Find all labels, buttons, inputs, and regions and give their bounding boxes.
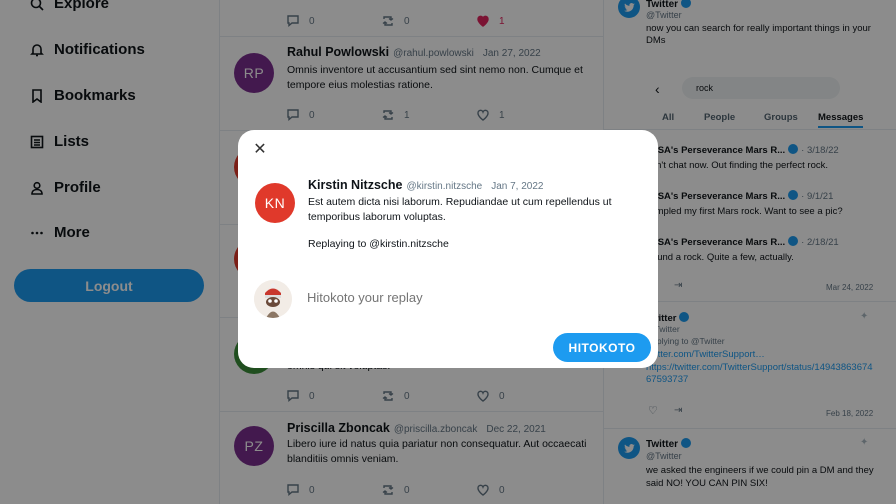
- avatar[interactable]: [254, 280, 292, 318]
- tweet-author-handle: @kirstin.nitzsche: [406, 181, 483, 192]
- replying-to: Replaying to @kirstin.nitzsche: [308, 238, 449, 250]
- hitokoto-button[interactable]: HITOKOTO: [553, 333, 651, 362]
- tweet-text: Est autem dicta nisi laborum. Repudianda…: [308, 196, 612, 223]
- reply-input[interactable]: [307, 290, 607, 305]
- tweet-date: Jan 7, 2022: [491, 181, 544, 192]
- user-avatar-icon: [254, 280, 292, 318]
- avatar[interactable]: KN: [255, 183, 295, 223]
- tweet-author-name[interactable]: Kirstin Nitzsche: [308, 178, 402, 192]
- close-icon[interactable]: ✕: [252, 142, 268, 158]
- reply-modal: ✕ KN Kirstin Nitzsche @kirstin.nitzsche Ja…: [238, 130, 658, 368]
